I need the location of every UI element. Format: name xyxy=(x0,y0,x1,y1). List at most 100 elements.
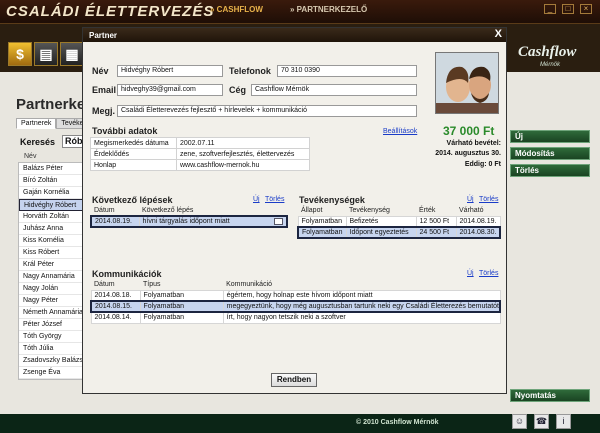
next-steps-new-link[interactable]: Új xyxy=(253,196,260,203)
nav-cashflow[interactable]: » CASHFLOW xyxy=(210,5,263,14)
info-icon[interactable]: i xyxy=(556,414,571,429)
comm-date: 2014.08.15. xyxy=(89,300,141,313)
activities-new-link[interactable]: Új xyxy=(467,196,474,203)
partner-list-item[interactable]: Péter József xyxy=(19,319,83,331)
partner-list-item[interactable]: Zsenge Éva xyxy=(19,367,83,379)
column-header: Típus xyxy=(143,281,161,289)
name-label: Név xyxy=(92,66,109,76)
table-row[interactable]: 2014.08.14. Folyamatban írt, hogy nagyon… xyxy=(90,311,501,324)
email-field[interactable]: hidveghy39@gmail.com xyxy=(117,84,223,96)
company-label: Cég xyxy=(229,85,247,95)
partner-list-item[interactable]: Hidvéghy Róbert xyxy=(19,199,83,211)
step-date: 2014.08.19. xyxy=(90,215,140,228)
activity-status: Folyamatban xyxy=(297,215,347,228)
column-header: Tevékenység xyxy=(349,207,390,215)
partner-list-item[interactable]: Kiss Róbert xyxy=(19,247,83,259)
minimize-icon[interactable]: _ xyxy=(544,4,556,14)
partner-list-item[interactable]: Král Péter xyxy=(19,259,83,271)
footer xyxy=(0,414,600,433)
table-row: Megismerkedés dátuma 2002.07.11 xyxy=(90,137,310,149)
partner-list-item[interactable]: Juhász Anna xyxy=(19,223,83,235)
comm-text: égértem, hogy holnap este hívom időpont … xyxy=(222,289,501,302)
extra-value[interactable]: www.cashflow-mernok.hu xyxy=(176,159,310,171)
partner-list-item[interactable]: Gaján Kornélia xyxy=(19,187,83,199)
edit-button[interactable]: Módosítás xyxy=(510,147,590,160)
comm-type: Folyamatban xyxy=(139,300,224,313)
company-field[interactable]: Cashflow Mérnök xyxy=(251,84,417,96)
phone-icon[interactable]: ☎ xyxy=(534,414,549,429)
partner-list-item[interactable]: Bíró Zoltán xyxy=(19,175,83,187)
next-steps-delete-link[interactable]: Törlés xyxy=(265,196,284,203)
nav-partnerkezelo[interactable]: » PARTNERKEZELŐ xyxy=(290,5,367,14)
expected-date: 2014. augusztus 30. xyxy=(435,150,501,157)
brand-logo: Cashflow xyxy=(518,44,577,60)
activity-name: Befizetés xyxy=(345,215,417,228)
activity-expected: 2014.08.30. xyxy=(455,226,501,239)
name-field[interactable]: Hidvéghy Róbert xyxy=(117,65,223,77)
partner-list-item[interactable]: Tóth György xyxy=(19,331,83,343)
partner-photo xyxy=(435,52,499,114)
expected-label: Várható bevétel: xyxy=(446,140,501,147)
column-header: Várható xyxy=(459,207,484,215)
dialog-title: Partner xyxy=(89,31,118,40)
new-button[interactable]: Új xyxy=(510,130,590,143)
partner-list-item[interactable]: Horváth Zoltán xyxy=(19,211,83,223)
activity-expected: 2014.08.19. xyxy=(455,215,501,228)
activities-delete-link[interactable]: Törlés xyxy=(479,196,498,203)
done-checkbox[interactable] xyxy=(274,218,283,225)
list-header: Név xyxy=(24,153,37,160)
extra-value[interactable]: 2002.07.11 xyxy=(176,137,310,149)
comm-text: írt, hogy nagyon tetszik neki a szoftver xyxy=(222,311,501,324)
comm-date: 2014.08.18. xyxy=(90,289,141,302)
column-header: Dátum xyxy=(94,281,115,289)
partner-list-item[interactable]: Nagy Péter xyxy=(19,295,83,307)
table-row[interactable]: 2014.08.15. Folyamatban megegyeztünk, ho… xyxy=(89,300,501,313)
settings-link[interactable]: Beállítások xyxy=(383,128,417,135)
partner-list-item[interactable]: Zsadovszky Balázs xyxy=(19,355,83,367)
page-title: Partnerke xyxy=(16,96,86,113)
table-row[interactable]: Folyamatban Időpont egyeztetés 24 500 Ft… xyxy=(297,226,501,239)
tab-partners[interactable]: Partnerek xyxy=(16,118,57,129)
footer-copyright: © 2010 Cashflow Mérnök xyxy=(356,419,439,426)
partner-list: Balázs Péter Bíró Zoltán Gaján Kornélia Hid… xyxy=(18,162,84,380)
step-label: hívni tárgyalás időpont miatt xyxy=(142,218,230,225)
table-row[interactable]: 2014.08.19. hívni tárgyalás időpont miat… xyxy=(90,215,288,228)
user-icon[interactable]: ☺ xyxy=(512,414,527,429)
next-steps-title: Következő lépések xyxy=(92,195,173,205)
note-label: Megj. xyxy=(92,106,116,116)
activity-name: Időpont egyeztetés xyxy=(345,226,417,239)
activities-title: Tevékenységek xyxy=(299,195,365,205)
communication-new-link[interactable]: Új xyxy=(467,270,474,277)
communication-delete-link[interactable]: Törlés xyxy=(479,270,498,277)
table-row[interactable]: 2014.08.18. Folyamatban égértem, hogy ho… xyxy=(90,289,501,302)
partner-list-item[interactable]: Tóth Júlia xyxy=(19,343,83,355)
phone-field[interactable]: 70 310 0390 xyxy=(277,65,417,77)
partner-list-item[interactable]: Németh Annamária xyxy=(19,307,83,319)
partner-dialog: Partner X Név Hidvéghy Róbert Telefonok … xyxy=(82,27,507,394)
close-window-icon[interactable]: × xyxy=(580,4,592,14)
delete-button[interactable]: Törlés xyxy=(510,164,590,177)
partner-list-item[interactable]: Balázs Péter xyxy=(19,163,83,175)
maximize-icon[interactable]: □ xyxy=(562,4,574,14)
toolbar-icons: $ ▤ ▦ xyxy=(8,42,84,66)
partner-list-item[interactable]: Nagy Annamária xyxy=(19,271,83,283)
partner-list-item[interactable]: Nagy Jolán xyxy=(19,283,83,295)
print-button[interactable]: Nyomtatás xyxy=(510,389,590,402)
chart-icon[interactable]: ▦ xyxy=(60,42,84,66)
table-row: Érdeklődés zene, szoftverfejlesztés, éle… xyxy=(90,148,310,160)
partner-list-item[interactable]: Kiss Kornélia xyxy=(19,235,83,247)
note-field[interactable]: Családi Életterevezés fejlesztő + hírlev… xyxy=(117,105,417,117)
extra-title: További adatok xyxy=(92,126,158,136)
table-row[interactable]: Folyamatban Befizetés 12 500 Ft 2014.08.… xyxy=(297,215,501,228)
step-text: hívni tárgyalás időpont miatt xyxy=(138,215,288,228)
dialog-titlebar: Partner X xyxy=(83,28,506,42)
close-icon[interactable]: X xyxy=(495,28,502,40)
dollar-icon[interactable]: $ xyxy=(8,42,32,66)
communication-title: Kommunikációk xyxy=(92,269,162,279)
extra-value[interactable]: zene, szoftverfejlesztés, élettervezés xyxy=(176,148,310,160)
ok-button[interactable]: Rendben xyxy=(271,373,317,387)
table-header: Dátum Típus Kommunikáció xyxy=(91,280,500,290)
tools-icon[interactable]: ▤ xyxy=(34,42,58,66)
column-header: Kommunikáció xyxy=(226,281,273,289)
communication-table: Dátum Típus Kommunikáció 2014.08.18. Fol… xyxy=(89,280,501,324)
